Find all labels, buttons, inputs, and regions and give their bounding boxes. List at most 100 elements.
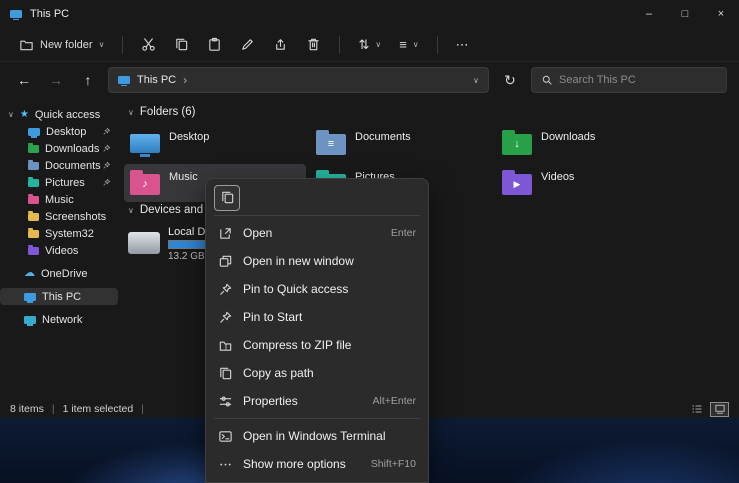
chevron-down-icon: ∨ [128, 206, 134, 215]
refresh-button[interactable]: ↻ [497, 67, 523, 93]
menu-separator [214, 418, 420, 419]
sidebar-item-desktop[interactable]: Desktop [0, 123, 118, 140]
network-icon [24, 316, 36, 324]
chevron-down-icon[interactable]: ∨ [8, 110, 14, 119]
toolbar-divider [122, 36, 123, 54]
devices-section-header[interactable]: ∨ Devices and dri [128, 204, 214, 216]
documents-folder-icon: ≡ [316, 134, 346, 155]
sidebar-item-label: Pictures [45, 177, 85, 189]
sidebar-item-pictures[interactable]: Pictures [0, 174, 118, 191]
minimize-button[interactable]: – [631, 0, 667, 28]
search-icon [541, 74, 553, 86]
folders-section-header[interactable]: ∨ Folders (6) [128, 106, 195, 118]
sidebar-item-downloads[interactable]: Downloads [0, 140, 118, 157]
titlebar: This PC – □ × [0, 0, 739, 28]
folder-tile-label: Desktop [169, 127, 209, 159]
sidebar-item-this-pc[interactable]: This PC [0, 288, 118, 305]
sidebar-item-screenshots[interactable]: Screenshots [0, 208, 118, 225]
videos-folder-icon [28, 247, 39, 255]
delete-button[interactable] [299, 32, 328, 58]
document-lines-glyph: ≡ [328, 139, 334, 150]
address-bar[interactable]: This PC › ∨ [108, 67, 489, 93]
breadcrumb-separator: › [183, 73, 187, 87]
downloads-folder-icon [28, 145, 39, 153]
maximize-button[interactable]: □ [667, 0, 703, 28]
sidebar-item-network[interactable]: Network [0, 311, 118, 328]
sidebar-item-onedrive[interactable]: ☁ OneDrive [0, 265, 118, 282]
sidebar-item-label: Music [45, 194, 74, 206]
new-window-icon [218, 254, 233, 269]
share-button[interactable] [266, 32, 295, 58]
chevron-down-icon[interactable]: ∨ [473, 76, 479, 85]
command-toolbar: New folder ∨ ⇅ ∨ ≡ ∨ [0, 28, 739, 62]
pin-icon [218, 310, 233, 325]
menu-item-open-new-window[interactable]: Open in new window [210, 247, 424, 275]
devices-section-label: Devices and dri [140, 204, 214, 216]
folder-tile-videos[interactable]: ▶ Videos [496, 164, 678, 202]
play-glyph: ▶ [514, 180, 521, 189]
large-icons-view-icon[interactable] [710, 402, 729, 417]
search-box[interactable] [531, 67, 727, 93]
sidebar-item-quick-access[interactable]: ∨ ★ Quick access [0, 106, 118, 123]
folder-tile-downloads[interactable]: ↓ Downloads [496, 124, 678, 162]
quick-access-star-icon: ★ [20, 110, 29, 120]
rename-icon [240, 37, 255, 52]
up-button[interactable]: ↑ [76, 72, 100, 88]
copy-icon [220, 190, 235, 205]
search-input[interactable] [559, 74, 717, 86]
folder-tile-label: Music [169, 167, 198, 199]
sidebar-item-system32[interactable]: System32 [0, 225, 118, 242]
pin-icon [102, 127, 111, 136]
menu-item-open[interactable]: Open Enter [210, 219, 424, 247]
app-icon [10, 10, 22, 18]
back-button[interactable]: ← [12, 72, 36, 88]
folder-tile-desktop[interactable]: Desktop [124, 124, 306, 162]
folder-tile-documents[interactable]: ≡ Documents [310, 124, 492, 162]
documents-folder-icon [28, 162, 39, 170]
folder-tile-label: Documents [355, 127, 411, 159]
pin-icon [102, 161, 111, 170]
cut-button[interactable] [134, 32, 163, 58]
view-button[interactable]: ≡ ∨ [392, 32, 425, 58]
desktop-icon [130, 134, 160, 153]
music-folder-icon [28, 196, 39, 204]
menu-item-compress-zip[interactable]: Compress to ZIP file [210, 331, 424, 359]
pin-icon [102, 144, 111, 153]
folder-icon [28, 213, 39, 221]
quick-copy-button[interactable] [214, 185, 240, 211]
selection-count: 1 item selected [63, 403, 134, 415]
folder-icon [28, 230, 39, 238]
chevron-down-icon: ∨ [413, 40, 419, 49]
details-view-icon[interactable] [687, 402, 706, 417]
downloads-folder-icon: ↓ [502, 134, 532, 155]
context-menu-quick-actions [210, 183, 424, 212]
terminal-icon [218, 429, 233, 444]
sidebar-item-label: Documents [45, 160, 101, 172]
sidebar-item-label: This PC [42, 291, 81, 303]
menu-item-pin-quick-access[interactable]: Pin to Quick access [210, 275, 424, 303]
sidebar-item-music[interactable]: Music [0, 191, 118, 208]
sidebar-item-label: Videos [45, 245, 78, 257]
copy-button[interactable] [167, 32, 196, 58]
sort-button[interactable]: ⇅ ∨ [351, 32, 388, 58]
forward-button[interactable]: → [44, 72, 68, 88]
new-folder-button[interactable]: New folder ∨ [12, 32, 111, 58]
menu-item-open-windows-terminal[interactable]: Open in Windows Terminal [210, 422, 424, 450]
more-options-button[interactable]: ⋯ [449, 32, 476, 58]
paste-button[interactable] [200, 32, 229, 58]
menu-item-pin-start[interactable]: Pin to Start [210, 303, 424, 331]
menu-item-copy-as-path[interactable]: Copy as path [210, 359, 424, 387]
sidebar-item-videos[interactable]: Videos [0, 242, 118, 259]
breadcrumb-location[interactable]: This PC [137, 74, 176, 86]
sidebar-item-label: Downloads [45, 143, 99, 155]
sidebar: ∨ ★ Quick access Desktop Downloads Docum… [0, 98, 118, 400]
sidebar-item-documents[interactable]: Documents [0, 157, 118, 174]
copy-path-icon [218, 366, 233, 381]
chevron-down-icon: ∨ [128, 108, 134, 117]
shortcut-label: Alt+Enter [373, 395, 416, 407]
close-button[interactable]: × [703, 0, 739, 28]
menu-item-show-more-options[interactable]: Show more options Shift+F10 [210, 450, 424, 478]
rename-button[interactable] [233, 32, 262, 58]
zip-folder-icon [218, 338, 233, 353]
menu-item-properties[interactable]: Properties Alt+Enter [210, 387, 424, 415]
